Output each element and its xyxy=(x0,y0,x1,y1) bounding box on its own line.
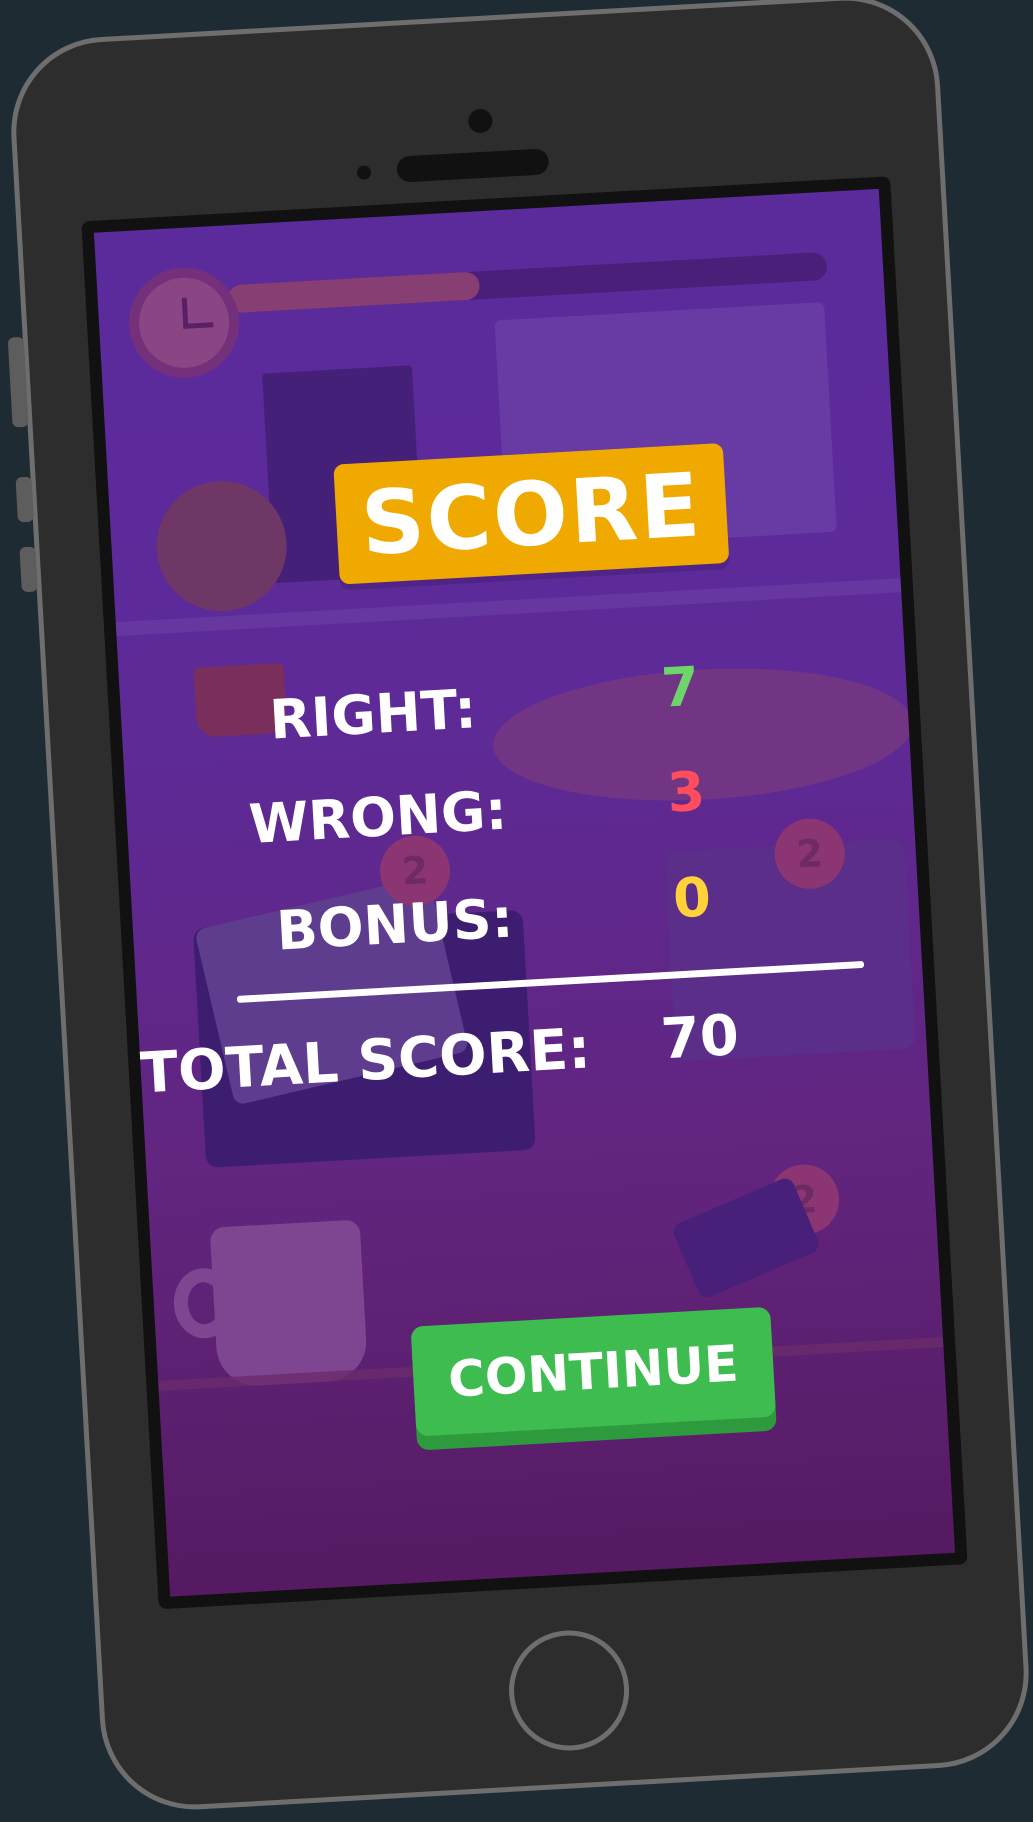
proximity-sensor xyxy=(356,165,372,180)
volume-down-button xyxy=(19,546,38,593)
total-score-label: TOTAL SCORE: xyxy=(138,1016,593,1107)
phone-frame: 2 2 2 SCORE RIGHT: 7 WRONG: 3 BONUS: 0 T… xyxy=(6,0,1033,1815)
right-value: 7 xyxy=(659,654,701,720)
continue-button[interactable]: CONTINUE xyxy=(410,1306,777,1437)
phone-side-button xyxy=(7,336,29,428)
phone-screen: 2 2 2 SCORE RIGHT: 7 WRONG: 3 BONUS: 0 T… xyxy=(81,176,968,1610)
bonus-label: BONUS: xyxy=(274,886,515,963)
earpiece-speaker xyxy=(396,148,550,183)
home-button[interactable] xyxy=(505,1627,633,1754)
score-divider xyxy=(236,960,865,1003)
front-camera xyxy=(467,108,493,134)
game-screen: 2 2 2 SCORE RIGHT: 7 WRONG: 3 BONUS: 0 T… xyxy=(93,188,955,1597)
wrong-answers-row: WRONG: 3 xyxy=(94,189,879,856)
volume-up-button xyxy=(15,476,34,523)
wrong-label: WRONG: xyxy=(247,778,509,856)
bonus-value: 0 xyxy=(671,865,713,931)
wrong-value: 3 xyxy=(665,759,707,825)
right-label: RIGHT: xyxy=(268,677,478,752)
bonus-row: BONUS: 0 xyxy=(94,189,879,962)
right-answers-row: RIGHT: 7 xyxy=(94,189,879,752)
total-score-row: TOTAL SCORE: 70 xyxy=(94,189,879,1106)
total-score-value: 70 xyxy=(659,1003,741,1073)
